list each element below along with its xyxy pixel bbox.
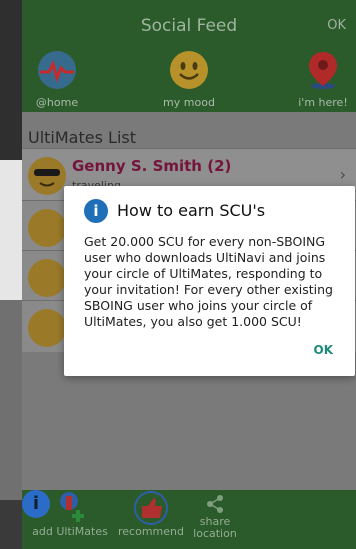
add-user-icon [30,490,110,526]
nav-my-mood[interactable]: my mood [144,50,234,109]
list-heading: UltiMates List [28,128,136,147]
share-location-button[interactable]: share location [190,490,240,540]
smiley-icon [169,50,209,90]
info-icon: i [84,199,108,223]
left-edge-mid [0,160,22,300]
dialog-title: How to earn SCU's [117,201,266,220]
left-edge-lower [0,300,22,500]
header-ok-button[interactable]: OK [327,18,346,33]
nav-home-label: @home [35,96,79,109]
share-icon [190,490,240,516]
location-pin-icon [303,50,343,90]
nav-im-here[interactable]: i'm here! [278,50,356,109]
dialog-message: Get 20.000 SCU for every non-SBOING user… [84,234,333,329]
recommend-button[interactable]: recommend [116,490,186,538]
recommend-label: recommend [118,525,184,538]
page-title: Social Feed [140,16,238,36]
share-location-label: share location [193,515,237,540]
dialog-ok-button[interactable]: OK [314,343,334,357]
add-ultimates-button[interactable]: add UltiMates [30,490,110,538]
app-screen: Social Feed OK @home my mood i'm here! U… [22,0,356,549]
avatar [28,309,66,347]
top-bar: Social Feed OK @home my mood i'm here! [22,0,356,112]
earn-scu-dialog: i How to earn SCU's Get 20.000 SCU for e… [64,186,355,376]
nav-here-label: i'm here! [298,96,348,109]
thumbs-up-icon [116,490,186,526]
chevron-right-icon: › [339,165,346,184]
avatar [28,209,66,247]
avatar [28,259,66,297]
avatar [28,157,66,195]
left-edge-dark [0,0,22,160]
bottom-bar: add UltiMates recommend share location i [22,490,356,549]
left-edge-bottom [0,500,22,549]
nav-home[interactable]: @home [22,50,102,109]
add-ultimates-label: add UltiMates [32,525,108,538]
nav-mood-label: my mood [163,96,215,109]
contact-name: Genny S. Smith (2) [72,157,232,175]
left-edge-strip [0,0,22,549]
home-heartbeat-icon [37,50,77,90]
